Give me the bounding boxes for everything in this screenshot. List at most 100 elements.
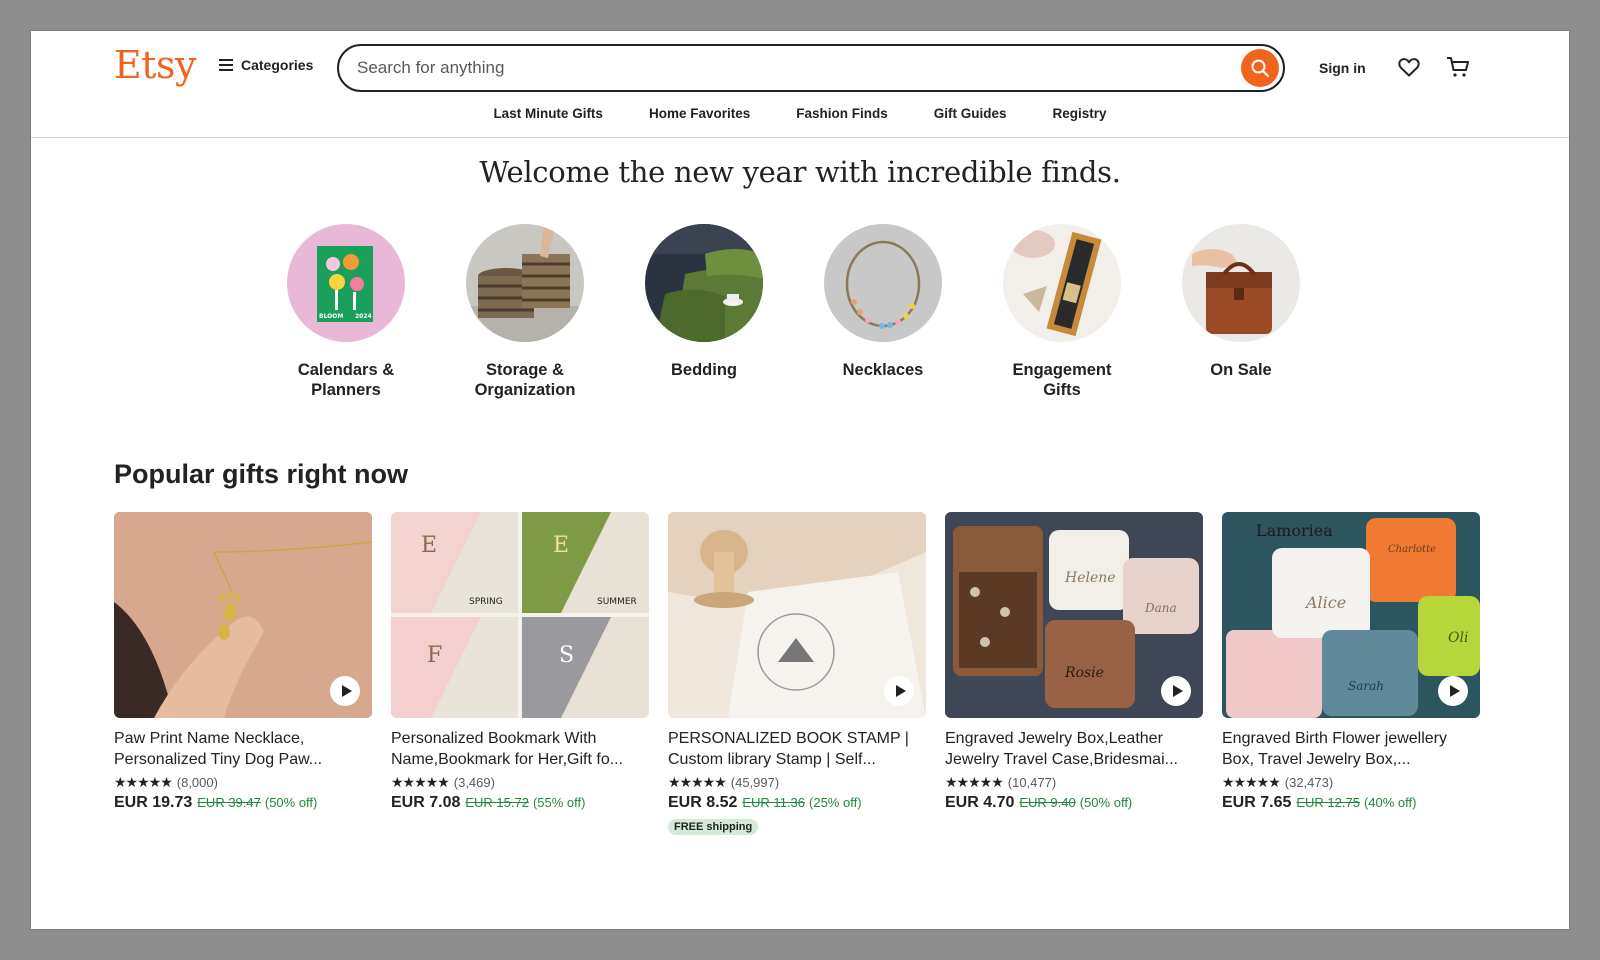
free-shipping-badge: FREE shipping (668, 819, 759, 835)
category-calendars[interactable]: BLOOM 2024 Calendars & Planners (287, 224, 405, 400)
menu-icon (219, 59, 233, 71)
product-image[interactable] (114, 512, 372, 718)
star-rating-icon: ★★★★★ (668, 774, 727, 790)
play-icon (1172, 685, 1183, 697)
nav-registry[interactable]: Registry (1053, 106, 1107, 121)
play-video-button[interactable] (330, 676, 360, 706)
nav-last-minute-gifts[interactable]: Last Minute Gifts (493, 106, 603, 121)
search-bar (337, 44, 1285, 92)
review-count: (45,997) (730, 775, 780, 790)
sign-in-link[interactable]: Sign in (1319, 60, 1366, 76)
product-image[interactable]: Helene Dana Rosie (945, 512, 1203, 718)
product-card[interactable]: E E SPRING SUMMER F S Personalized Bookm… (391, 512, 649, 835)
svg-text:E: E (421, 533, 437, 558)
play-icon (341, 685, 352, 697)
star-rating-icon: ★★★★★ (114, 774, 173, 790)
play-video-button[interactable] (884, 676, 914, 706)
play-icon (895, 685, 906, 697)
popular-heading: Popular gifts right now (114, 459, 408, 489)
svg-text:S: S (559, 643, 574, 668)
cart-button[interactable] (1445, 54, 1471, 85)
favorites-button[interactable] (1397, 55, 1421, 84)
nav-fashion-finds[interactable]: Fashion Finds (796, 106, 888, 121)
product-title[interactable]: PERSONALIZED BOOK STAMP | Custom library … (668, 728, 926, 770)
engraving-alice: Alice (1304, 593, 1346, 612)
search-icon (1251, 59, 1270, 78)
search-input[interactable] (357, 58, 1207, 78)
review-count: (8,000) (176, 775, 218, 790)
product-card[interactable]: Paw Print Name Necklace, Personalized Tin… (114, 512, 372, 835)
welcome-heading: Welcome the new year with incredible fin… (479, 155, 1121, 189)
star-rating-icon: ★★★★★ (1222, 774, 1281, 790)
product-image[interactable]: Lamoriea Charlotte Alice Sarah Oli (1222, 512, 1480, 718)
site-header: Etsy Categories Sign in Last Minute Gift… (31, 31, 1569, 138)
category-image (1003, 224, 1121, 342)
category-image: BLOOM 2024 (287, 224, 405, 342)
product-card[interactable]: PERSONALIZED BOOK STAMP | Custom library … (668, 512, 926, 835)
play-icon (1449, 685, 1460, 697)
product-rating: ★★★★★ (32,473) (1222, 774, 1480, 791)
star-rating-icon: ★★★★★ (391, 774, 450, 790)
product-title[interactable]: Engraved Birth Flower jewellery Box, Trav… (1222, 728, 1480, 770)
svg-text:F: F (427, 643, 442, 668)
nav-gift-guides[interactable]: Gift Guides (934, 106, 1007, 121)
categories-label: Categories (241, 57, 314, 73)
category-bedding[interactable]: Bedding (645, 224, 763, 400)
product-price: EUR 4.70 EUR 9.40 (50% off) (945, 794, 1133, 811)
product-rating: ★★★★★ (45,997) (668, 774, 926, 791)
category-label-line1: On Sale (1210, 361, 1272, 379)
product-price: EUR 8.52 EUR 11.36 (25% off) (668, 794, 862, 811)
product-image[interactable]: E E SPRING SUMMER F S (391, 512, 649, 718)
search-button[interactable] (1241, 49, 1279, 87)
product-row: Paw Print Name Necklace, Personalized Tin… (114, 512, 1499, 835)
product-image[interactable] (668, 512, 926, 718)
engraving-dana: Dana (1144, 601, 1177, 615)
play-video-button[interactable] (1161, 676, 1191, 706)
svg-text:E: E (553, 533, 569, 558)
category-storage[interactable]: Storage & Organization (466, 224, 584, 400)
product-price: EUR 7.65 EUR 12.75 (40% off) (1222, 794, 1417, 811)
category-label-line1: Engagement (1012, 361, 1112, 379)
engraving-oli: Oli (1448, 630, 1468, 646)
engraving-sarah: Sarah (1348, 679, 1384, 693)
category-necklaces[interactable]: Necklaces (824, 224, 942, 400)
etsy-logo[interactable]: Etsy (114, 43, 196, 87)
product-card[interactable]: Helene Dana Rosie Engraved Jewelry Box,L… (945, 512, 1203, 835)
product-price: EUR 19.73 EUR 39.47 (50% off) (114, 794, 318, 811)
main-nav: Last Minute Gifts Home Favorites Fashion… (31, 106, 1569, 121)
category-engagement-gifts[interactable]: Engagement Gifts (1003, 224, 1121, 400)
product-rating: ★★★★★ (3,469) (391, 774, 649, 791)
product-rating: ★★★★★ (10,477) (945, 774, 1203, 791)
browser-window: Etsy Categories Sign in Last Minute Gift… (31, 31, 1569, 929)
category-label-line2: Planners (311, 381, 381, 399)
bookmark-spring-label: SPRING (469, 597, 503, 607)
play-video-button[interactable] (1438, 676, 1468, 706)
product-rating: ★★★★★ (8,000) (114, 774, 372, 791)
review-count: (3,469) (453, 775, 495, 790)
category-image (466, 224, 584, 342)
product-card[interactable]: Lamoriea Charlotte Alice Sarah Oli Engra… (1222, 512, 1480, 835)
category-image (1182, 224, 1300, 342)
product-title[interactable]: Personalized Bookmark With Name,Bookmark … (391, 728, 649, 770)
engraving-helene: Helene (1064, 570, 1116, 586)
category-row: BLOOM 2024 Calendars & Planners Storage … (287, 224, 1361, 400)
bookmark-summer-label: SUMMER (597, 597, 637, 607)
heart-icon (1398, 58, 1420, 77)
star-rating-icon: ★★★★★ (945, 774, 1004, 790)
review-count: (32,473) (1284, 775, 1334, 790)
categories-button[interactable]: Categories (219, 57, 313, 73)
product-title[interactable]: Paw Print Name Necklace, Personalized Tin… (114, 728, 372, 770)
category-label-line2: Organization (474, 381, 576, 399)
review-count: (10,477) (1007, 775, 1057, 790)
category-image (645, 224, 763, 342)
nav-home-favorites[interactable]: Home Favorites (649, 106, 750, 121)
category-label-line1: Necklaces (842, 361, 924, 379)
calendar-year: 2024 (355, 313, 372, 320)
category-image (824, 224, 942, 342)
category-on-sale[interactable]: On Sale (1182, 224, 1300, 400)
product-title[interactable]: Engraved Jewelry Box,Leather Jewelry Trav… (945, 728, 1203, 770)
category-label-line1: Storage & (486, 361, 564, 379)
calendar-word: BLOOM (319, 313, 343, 320)
category-label-line1: Bedding (671, 361, 737, 379)
engraving-brand: Lamoriea (1256, 521, 1333, 540)
